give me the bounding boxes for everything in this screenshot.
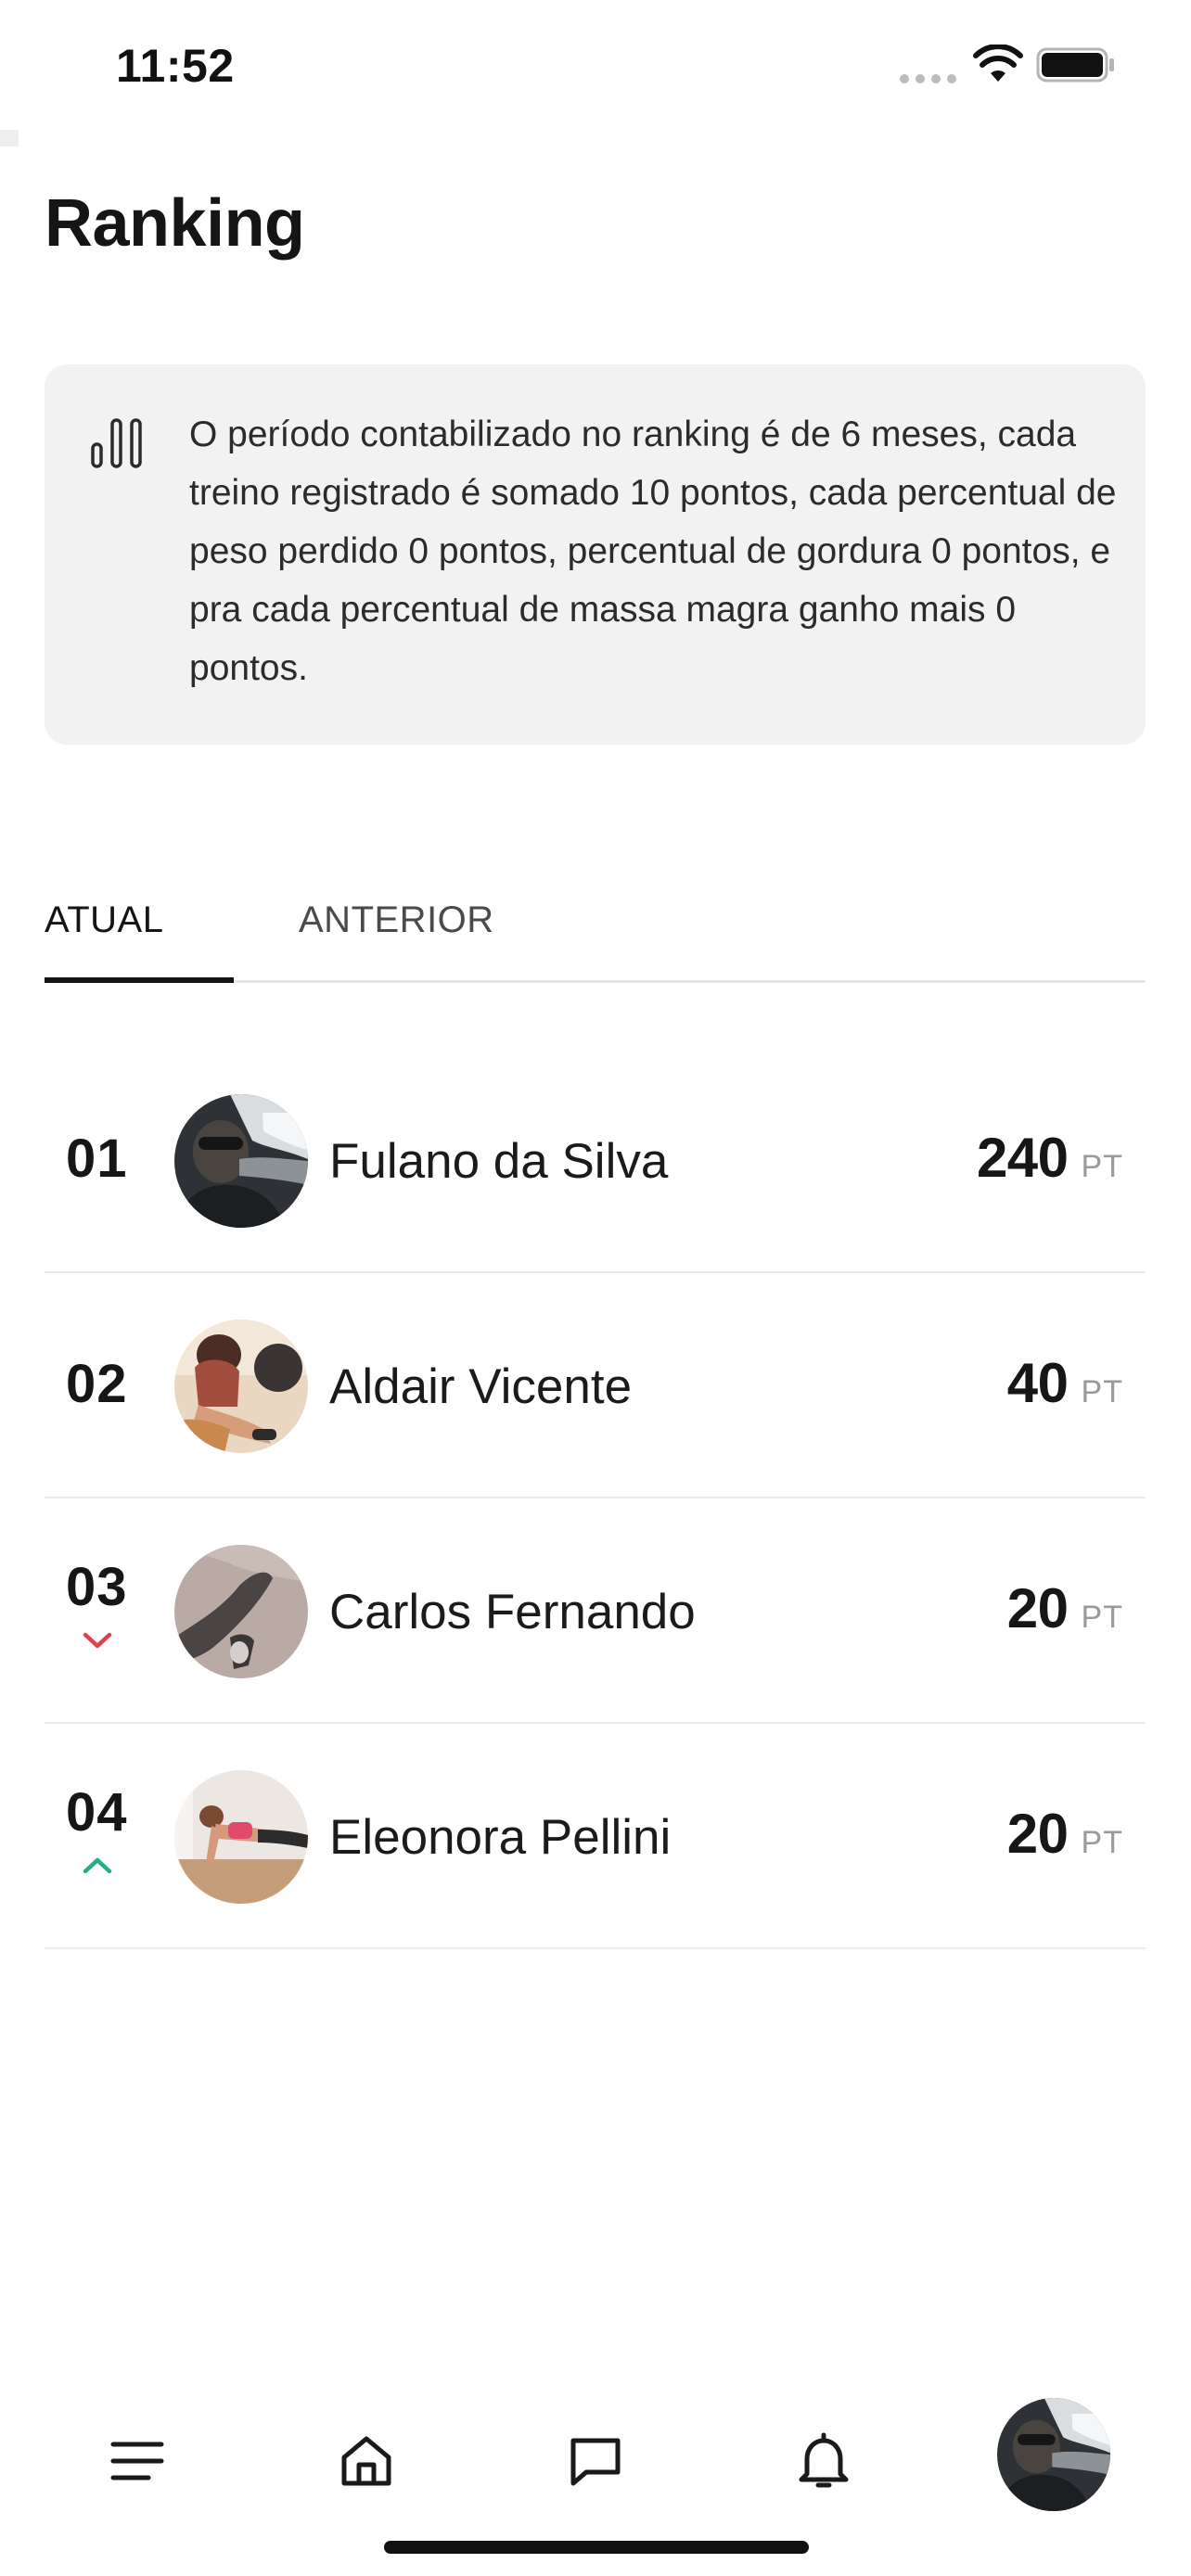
home-indicator — [384, 2541, 809, 2554]
points-value: 40 — [1006, 1352, 1069, 1414]
ranking-tabs: ATUAL ANTERIOR — [45, 881, 1146, 983]
points-value: 20 — [1006, 1803, 1069, 1865]
rank-position: 04 — [66, 1782, 128, 1843]
avatar — [174, 1094, 308, 1228]
home-button[interactable] — [329, 2424, 403, 2498]
active-tab-indicator — [45, 977, 234, 983]
page-title: Ranking — [45, 186, 305, 261]
member-points: 20 PT — [1007, 1802, 1123, 1866]
rank-position: 03 — [66, 1557, 128, 1617]
ranking-row[interactable]: 02 Aldair Vicente 40 PT — [45, 1273, 1146, 1498]
menu-button[interactable] — [100, 2424, 174, 2498]
ranking-row[interactable]: 03 Carlos Fernando 20 PT — [45, 1498, 1146, 1724]
tab-atual[interactable]: ATUAL — [45, 899, 234, 941]
member-name: Carlos Fernando — [329, 1585, 696, 1639]
tab-anterior[interactable]: ANTERIOR — [299, 899, 494, 941]
profile-avatar[interactable] — [997, 2398, 1110, 2511]
bell-icon — [799, 2432, 849, 2488]
member-points: 40 PT — [1007, 1351, 1123, 1415]
avatar — [174, 1320, 308, 1453]
rank-position: 02 — [66, 1354, 128, 1414]
trend-down-icon — [83, 1632, 112, 1649]
member-name: Fulano da Silva — [329, 1134, 669, 1189]
chat-icon — [570, 2438, 621, 2486]
points-unit: PT — [1081, 1825, 1123, 1860]
member-name: Eleonora Pellini — [329, 1810, 672, 1865]
ranking-row[interactable]: 04 Eleonora Pellini 20 PT — [45, 1724, 1146, 1949]
ranking-info-card: O período contabilizado no ranking é de … — [45, 364, 1146, 745]
wifi-icon — [973, 45, 1023, 82]
bottom-nav — [0, 2383, 1191, 2522]
rank-position: 01 — [66, 1129, 128, 1189]
points-unit: PT — [1081, 1600, 1123, 1635]
ranking-list: 01 Fulano da Silva 240 PT 02 Aldair Vice… — [45, 1048, 1146, 1949]
points-unit: PT — [1081, 1374, 1123, 1409]
avatar — [174, 1770, 308, 1904]
status-bar: 11:52 — [0, 0, 1191, 130]
ranking-info-text: O período contabilizado no ranking é de … — [189, 414, 1117, 688]
ranking-row[interactable]: 01 Fulano da Silva 240 PT — [45, 1048, 1146, 1273]
avatar — [174, 1545, 308, 1678]
points-value: 240 — [976, 1127, 1069, 1189]
notifications-button[interactable] — [787, 2424, 861, 2498]
menu-icon — [110, 2442, 164, 2480]
chat-button[interactable] — [558, 2424, 633, 2498]
member-points: 240 PT — [977, 1126, 1123, 1190]
points-value: 20 — [1006, 1577, 1069, 1639]
home-icon — [341, 2436, 391, 2486]
points-unit: PT — [1081, 1149, 1123, 1184]
edge-mark — [0, 130, 19, 147]
member-points: 20 PT — [1007, 1576, 1123, 1640]
signal-icon — [900, 74, 957, 83]
battery-icon — [1036, 47, 1114, 83]
trend-up-icon — [83, 1857, 112, 1874]
status-time: 11:52 — [116, 40, 235, 92]
bar-chart-icon — [91, 418, 142, 468]
member-name: Aldair Vicente — [329, 1359, 633, 1414]
